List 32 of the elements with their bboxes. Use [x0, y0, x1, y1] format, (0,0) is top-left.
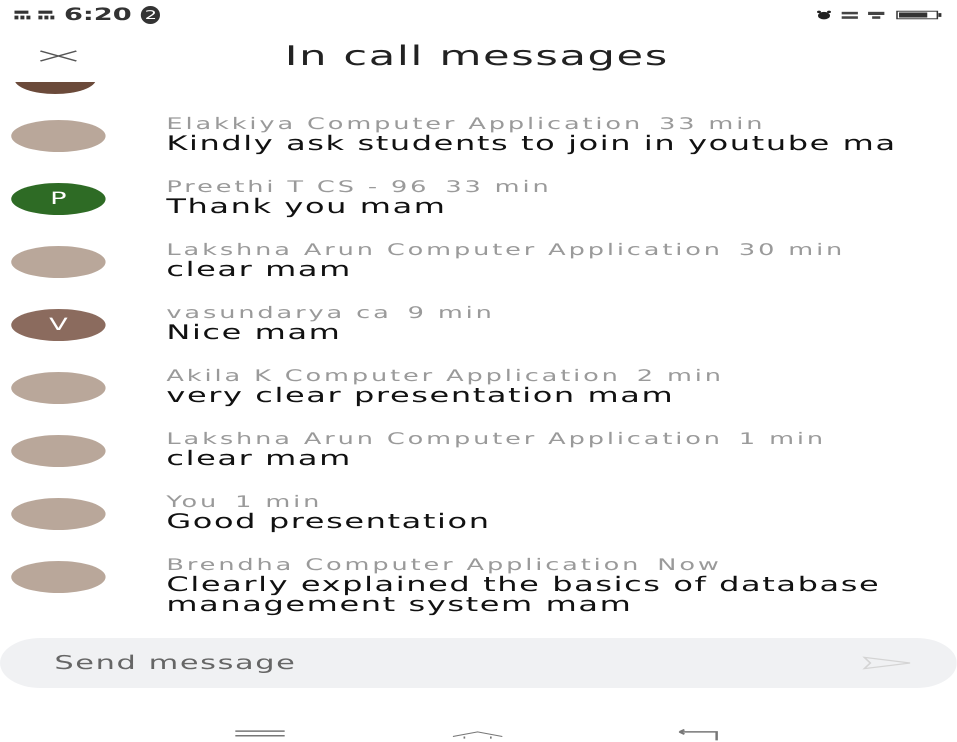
message-time: 33 min — [659, 114, 766, 133]
notification-badge: 2 — [141, 6, 160, 24]
message-time: Now — [657, 555, 722, 574]
message-text: clear mam — [166, 448, 353, 468]
letter-avatar: V — [11, 309, 106, 341]
message-text: Kindly ask students to join in youtube ma — [166, 133, 897, 153]
message-time: 2 min — [636, 366, 724, 385]
message-time: 1 min — [738, 429, 826, 448]
battery-icon — [896, 8, 942, 22]
sender-name: Brendha Computer Application — [166, 555, 642, 574]
sender-name: Lakshna Arun Computer Application — [166, 429, 723, 448]
message-text: Good presentation — [166, 511, 491, 531]
message-text: Nice mam — [166, 322, 342, 342]
message-time: 33 min — [445, 177, 552, 196]
message-text: Thank you mam — [166, 196, 448, 216]
message-text: Clearly explained the basics of database management system mam — [166, 574, 882, 614]
sender-name: You — [166, 492, 220, 511]
message-field[interactable]: Send message — [0, 638, 957, 688]
sender-name: Lakshna Arun Computer Application — [166, 240, 723, 259]
letter-avatar: P — [11, 183, 106, 215]
message-time: 9 min — [408, 303, 495, 322]
sender-name: Preethi T CS - 96 — [166, 177, 430, 196]
sender-name: vasundarya ca — [166, 303, 392, 322]
sender-name: Akila K Computer Application — [166, 366, 621, 385]
message-input[interactable]: Send message — [54, 652, 862, 674]
message-time: 1 min — [235, 492, 322, 511]
sender-name: Elakkiya Computer Application — [166, 114, 644, 133]
message-text: very clear presentation mam — [166, 385, 676, 405]
status-time: 6:20 — [64, 5, 132, 25]
window-title: In call messages — [284, 40, 669, 72]
message-time: 30 min — [738, 240, 846, 259]
message-text: clear mam — [166, 259, 353, 279]
